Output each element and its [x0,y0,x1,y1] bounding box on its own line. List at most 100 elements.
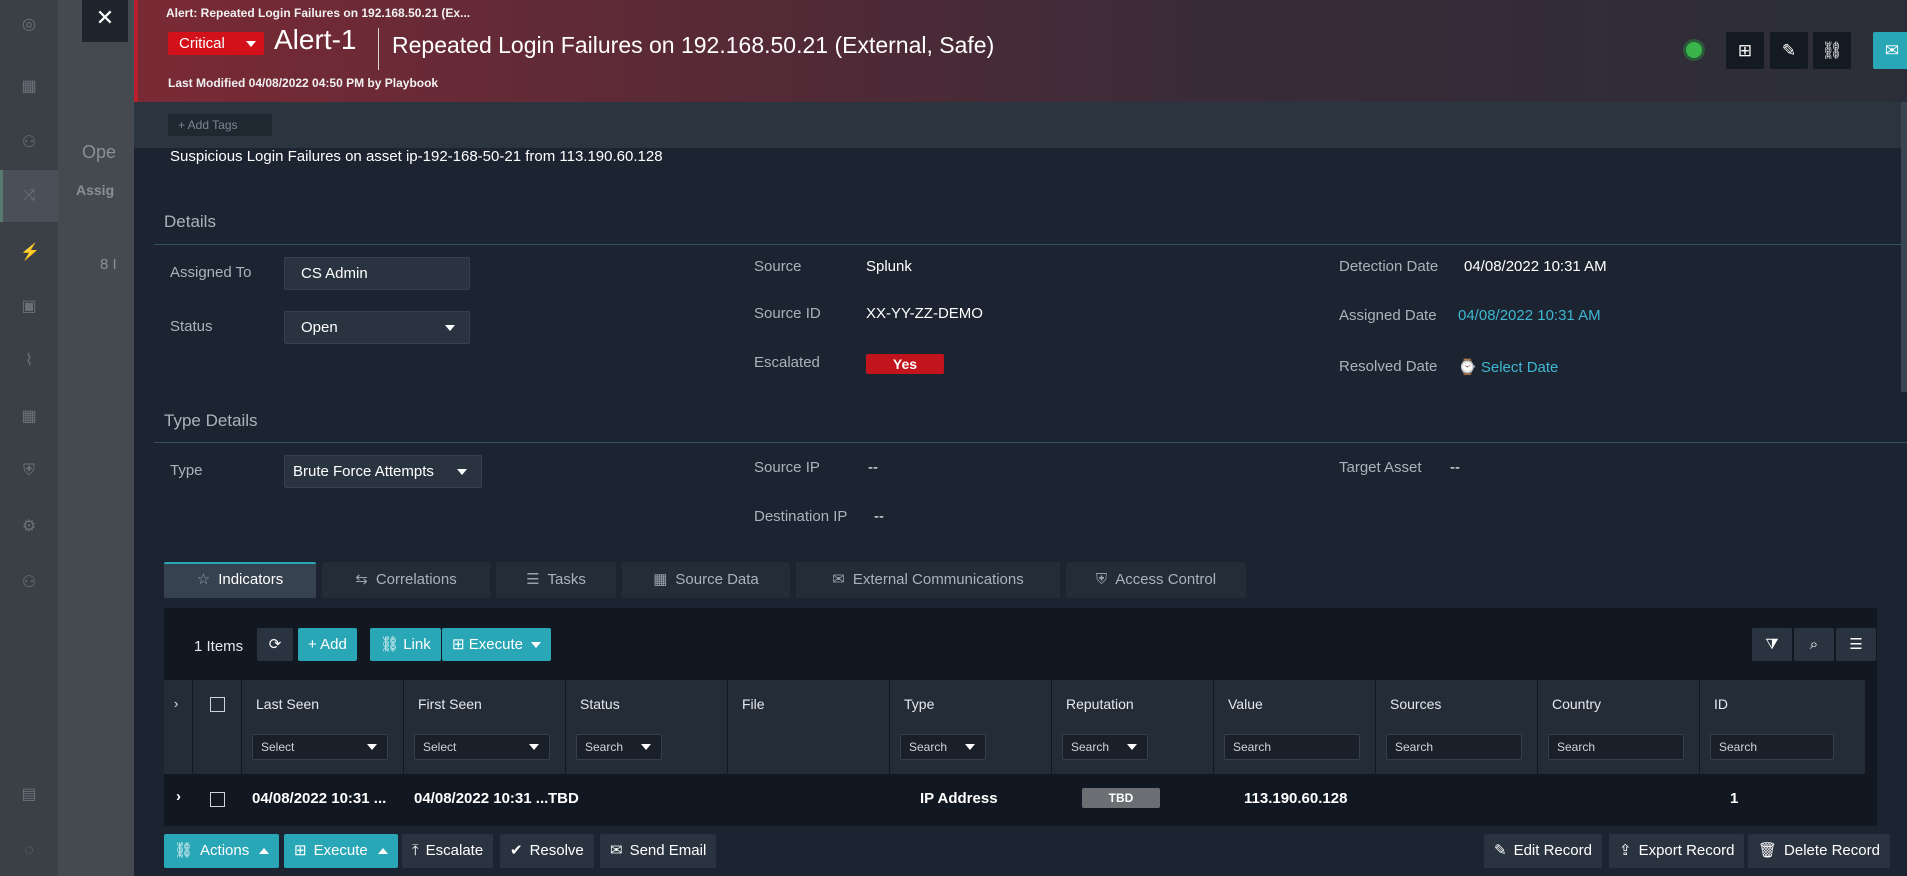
escalated-label: Escalated [754,354,820,371]
close-icon[interactable]: ✕ [82,0,128,42]
resolve-button[interactable]: ✔ Resolve [500,834,594,868]
details-section-title: Details [164,212,216,231]
items-count: 1 Items [194,638,244,655]
row-checkbox[interactable] [210,792,225,807]
assigned-to-field[interactable]: CS Admin [284,257,470,290]
link-icon: ⛓ [174,842,194,859]
scrollbar[interactable] [1901,102,1907,392]
chevron-right-icon[interactable]: › [174,696,178,711]
tab-source-data[interactable]: ▦ Source Data [622,562,790,598]
people-icon: ⚇ [21,134,37,151]
footer-toolbar: ⛓ Actions ⊞ Execute ⤒ Escalate ✔ Resolve ✉ Se… [134,826,1907,876]
execute-label: Execute [313,842,368,859]
search-icon: ⌕ [1809,636,1819,653]
refresh-button[interactable]: ⟳ [257,628,293,661]
assigned-date-value[interactable]: 04/08/2022 10:31 AM [1458,307,1601,324]
chevron-down-icon [1127,744,1137,750]
column-sources: Sources Search [1376,680,1537,774]
arrow-up-icon: ⤒ [412,842,419,859]
cell-last-seen: 04/08/2022 10:31 ... [252,790,387,807]
export-record-label: Export Record [1638,842,1735,859]
target-asset-label: Target Asset [1339,459,1422,476]
filter-value: Search [1233,740,1272,754]
tab-label: External Communications [852,571,1024,588]
chat-button[interactable]: ✉ [1873,32,1907,69]
plus-icon: + [308,636,321,653]
filter-button[interactable]: ⧩ [1752,628,1792,661]
filter-icon: ⧩ [1765,636,1779,653]
first-seen-filter[interactable]: Select [414,734,550,760]
type-details-section-title: Type Details [164,411,258,430]
select-all-checkbox[interactable] [210,697,225,712]
execute-label: Execute [468,636,523,653]
execute-button[interactable]: ⊞ Execute [442,628,551,661]
status-select[interactable]: Open [284,311,470,344]
tab-external-communications[interactable]: ✉ External Communications [796,562,1060,598]
chevron-down-icon [367,744,377,750]
source-label: Source [754,258,802,275]
alert-detail-modal: Alert: Repeated Login Failures on 192.16… [134,0,1907,876]
tab-tasks[interactable]: ☰ Tasks [496,562,616,598]
send-email-button[interactable]: ✉ Send Email [600,834,717,868]
column-status: Status Search [566,680,727,774]
type-select[interactable]: Brute Force Attempts [284,455,482,488]
add-tags-button[interactable]: + Add Tags [168,114,272,136]
assigned-date-label: Assigned Date [1339,307,1437,324]
column-type: Type Search [890,680,1051,774]
hierarchy-icon: ⊞ [1737,41,1753,60]
sources-filter[interactable]: Search [1386,734,1522,760]
id-filter[interactable]: Search [1710,734,1834,760]
escalate-button[interactable]: ⤒ Escalate [402,834,494,868]
online-status-icon [1686,42,1702,58]
filter-value: Search [1557,740,1596,754]
detection-date-label: Detection Date [1339,258,1439,275]
status-filter[interactable]: Search [576,734,662,760]
shield-icon: ⛨ [22,462,35,479]
filter-value: Search [1719,740,1758,754]
country-filter[interactable]: Search [1548,734,1684,760]
link-icon: ⛓ [380,636,404,653]
tab-correlations[interactable]: ⇆ Correlations [322,562,490,598]
escalate-label: Escalate [425,842,484,859]
reputation-filter[interactable]: Search [1062,734,1148,760]
tab-indicators[interactable]: ☆ Indicators [164,562,316,598]
status-label: Status [170,318,213,335]
columns-button[interactable]: ☰ [1836,628,1876,661]
indicators-grid: 1 Items ⟳ + Add ⛓ Link ⊞ Execute ⧩ ⌕ ☰ ›… [164,608,1877,826]
edit-button[interactable]: ✎ [1770,32,1808,69]
list-icon: ☰ [526,571,540,588]
assigned-to-label: Assigned To [170,264,252,281]
footer-execute-button[interactable]: ⊞ Execute [284,834,398,868]
table-row[interactable]: › 04/08/2022 10:31 ... 04/08/2022 10:31 … [164,774,1877,822]
link-indicator-button[interactable]: ⛓ Link [370,628,441,661]
hierarchy-button[interactable]: ⊞ [1726,32,1764,69]
severity-dropdown[interactable]: Critical [168,32,264,55]
export-record-button[interactable]: ⇪ Export Record [1609,834,1745,868]
edit-record-button[interactable]: ✎ Edit Record [1484,834,1602,868]
resolved-date-picker[interactable]: ⌚ Select Date [1458,358,1558,376]
type-filter[interactable]: Search [900,734,986,760]
actions-button[interactable]: ⛓ Actions [164,834,280,868]
link-button[interactable]: ⛓ [1813,32,1851,69]
details-divider [154,244,1907,245]
last-seen-filter[interactable]: Select [252,734,388,760]
clipboard-icon: ▤ [21,786,37,803]
destination-ip-label: Destination IP [754,508,848,525]
source-ip-value: -- [868,459,878,476]
chevron-right-icon[interactable]: › [176,788,181,805]
search-button[interactable]: ⌕ [1794,628,1834,661]
status-value: Open [301,319,338,336]
tab-access-control[interactable]: ⛨ Access Control [1066,562,1246,598]
cell-first-seen: 04/08/2022 10:31 ... [414,790,549,807]
value-filter[interactable]: Search [1224,734,1360,760]
type-details-divider [154,442,1907,443]
add-button[interactable]: + Add [298,628,357,661]
edit-icon: ✎ [1494,842,1507,859]
column-label: Type [904,696,935,712]
delete-record-button[interactable]: 🗑 Delete Record [1748,834,1890,868]
bolt-icon: ⚡ [20,244,40,261]
column-id: ID Search [1700,680,1865,774]
column-label: Country [1552,696,1602,712]
column-label: Last Seen [256,696,320,712]
detection-date-value: 04/08/2022 10:31 AM [1464,258,1607,275]
